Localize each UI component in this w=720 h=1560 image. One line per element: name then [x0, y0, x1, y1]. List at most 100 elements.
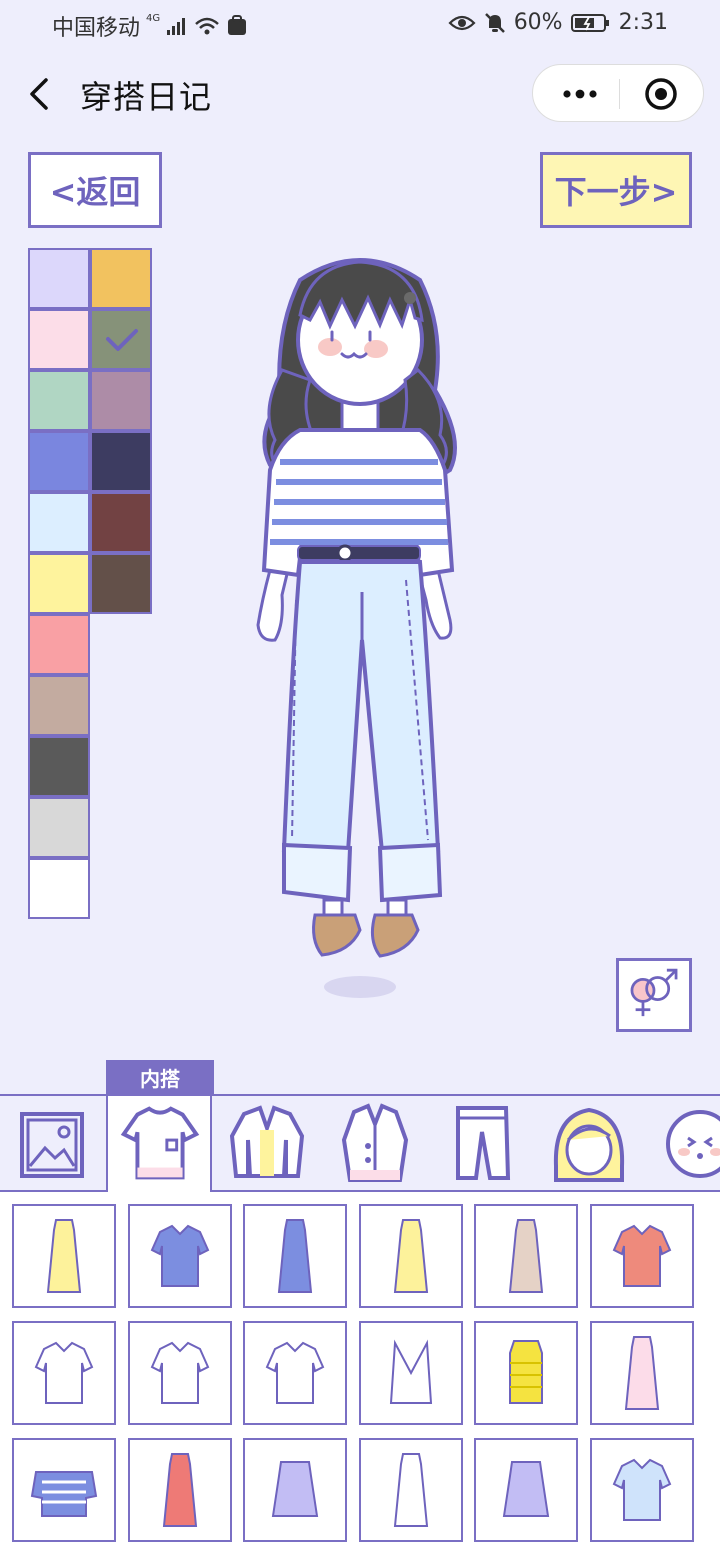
- yellow-midi-dress-icon: [393, 1219, 428, 1293]
- wifi-icon: [195, 17, 219, 35]
- status-bar: 中国移动 4G 60% 2:31: [0, 0, 720, 50]
- clothing-item[interactable]: [589, 1204, 694, 1308]
- clothing-item[interactable]: [358, 1204, 463, 1308]
- lavender-ruffle-top-icon: [502, 1461, 550, 1517]
- shoe-left: [312, 913, 362, 957]
- network-label: 4G: [146, 12, 161, 24]
- clothing-item[interactable]: [474, 1438, 578, 1542]
- next-button-label: 下一步>: [554, 173, 678, 211]
- tab-inner-top[interactable]: [106, 1096, 212, 1194]
- belt-buckle: [336, 544, 354, 562]
- category-tabs: 内搭: [0, 1060, 720, 1194]
- tab-jacket[interactable]: [214, 1096, 320, 1192]
- color-swatch[interactable]: [28, 492, 90, 553]
- striped-off-shoulder-top-icon: [30, 1471, 98, 1517]
- next-step-button[interactable]: 下一步>: [540, 152, 692, 228]
- color-swatch[interactable]: [90, 248, 152, 309]
- clothing-item[interactable]: [358, 1321, 463, 1425]
- tab-pants[interactable]: [428, 1096, 534, 1192]
- capsule-divider: [619, 79, 620, 109]
- sailor-collar-top-icon: [34, 1341, 94, 1404]
- red-long-dress-icon: [162, 1453, 197, 1527]
- back-chevron-icon[interactable]: [26, 74, 56, 114]
- coat-icon: [341, 1103, 409, 1182]
- beige-wrap-dress-icon: [508, 1219, 544, 1293]
- color-swatch[interactable]: [90, 431, 152, 492]
- back-button-label: <返回: [49, 173, 141, 211]
- color-swatch[interactable]: [28, 614, 90, 675]
- color-swatch[interactable]: [90, 370, 152, 431]
- tab-background[interactable]: [0, 1096, 106, 1192]
- battery-percent: 60%: [513, 10, 563, 35]
- shoe-right: [370, 913, 420, 958]
- color-swatch[interactable]: [28, 797, 90, 858]
- jeans-cuff-left: [282, 842, 353, 903]
- jeans-cuff-right: [377, 842, 443, 903]
- selected-check-icon: [106, 329, 138, 351]
- back-button[interactable]: <返回: [28, 152, 162, 228]
- clothing-item[interactable]: [589, 1321, 694, 1425]
- gender-switch-button[interactable]: [616, 958, 692, 1032]
- more-dots-icon[interactable]: [555, 79, 605, 109]
- tab-coat[interactable]: [322, 1096, 428, 1192]
- color-swatch[interactable]: [28, 553, 90, 614]
- lavender-peplum-top-icon: [271, 1461, 319, 1517]
- tshirt-icon: [120, 1106, 200, 1180]
- pink-shirt-dress-icon: [624, 1336, 659, 1410]
- tab-hair[interactable]: [536, 1096, 642, 1192]
- light-blue-shirt-icon: [612, 1458, 671, 1521]
- jacket-icon: [229, 1105, 305, 1178]
- blue-polo-shirt-icon: [150, 1224, 209, 1287]
- hair-shine: [404, 292, 416, 304]
- white-bow-dress-icon: [393, 1453, 428, 1527]
- color-swatch[interactable]: [28, 858, 90, 919]
- miniprogram-capsule: [532, 64, 704, 122]
- yellow-long-dress-icon: [46, 1219, 82, 1293]
- coral-shirt-icon: [612, 1224, 671, 1287]
- pants-icon: [456, 1106, 511, 1180]
- title-bar: 穿搭日记: [0, 50, 720, 140]
- color-swatch[interactable]: [28, 431, 90, 492]
- color-palette: [28, 248, 152, 922]
- clothing-item[interactable]: [12, 1438, 116, 1542]
- clothing-item[interactable]: [589, 1438, 694, 1542]
- gender-symbol-icon: [630, 968, 678, 1017]
- clothing-item[interactable]: [358, 1438, 463, 1542]
- clothing-item[interactable]: [12, 1204, 116, 1308]
- status-right: 60% 2:31: [448, 10, 668, 35]
- color-swatch[interactable]: [90, 309, 152, 370]
- active-tab-badge: 内搭: [106, 1060, 214, 1094]
- figure-shadow: [324, 976, 396, 998]
- plaid-tie-shirt-icon: [150, 1341, 209, 1404]
- color-swatch[interactable]: [28, 675, 90, 736]
- blush-left: [318, 338, 342, 356]
- clothing-item[interactable]: [243, 1321, 347, 1425]
- color-swatch[interactable]: [28, 248, 90, 309]
- clothing-item[interactable]: [127, 1438, 232, 1542]
- tab-face[interactable]: [644, 1096, 720, 1192]
- white-shirt-icon: [265, 1341, 325, 1404]
- clothing-grid: [0, 1192, 720, 1560]
- page-title: 穿搭日记: [80, 78, 213, 116]
- tab-bar: [0, 1094, 720, 1194]
- blue-button-dress-icon: [277, 1219, 313, 1293]
- color-swatch[interactable]: [28, 370, 90, 431]
- clothing-item[interactable]: [127, 1321, 232, 1425]
- carrier-label: 中国移动: [52, 16, 141, 41]
- arm-left: [256, 568, 290, 642]
- color-swatch[interactable]: [28, 736, 90, 797]
- clothing-item[interactable]: [12, 1321, 116, 1425]
- belt: [297, 545, 421, 561]
- clothing-item[interactable]: [243, 1438, 347, 1542]
- close-target-icon[interactable]: [641, 74, 681, 114]
- clothing-item[interactable]: [243, 1204, 347, 1308]
- clothing-item[interactable]: [474, 1321, 578, 1425]
- clothing-item[interactable]: [474, 1204, 578, 1308]
- clothing-item[interactable]: [127, 1204, 232, 1308]
- color-swatch[interactable]: [28, 309, 90, 370]
- mute-bell-icon: [484, 12, 505, 33]
- color-swatch[interactable]: [90, 492, 152, 553]
- eye-icon: [448, 15, 476, 30]
- color-swatch[interactable]: [90, 553, 152, 614]
- face-icon: [666, 1110, 720, 1178]
